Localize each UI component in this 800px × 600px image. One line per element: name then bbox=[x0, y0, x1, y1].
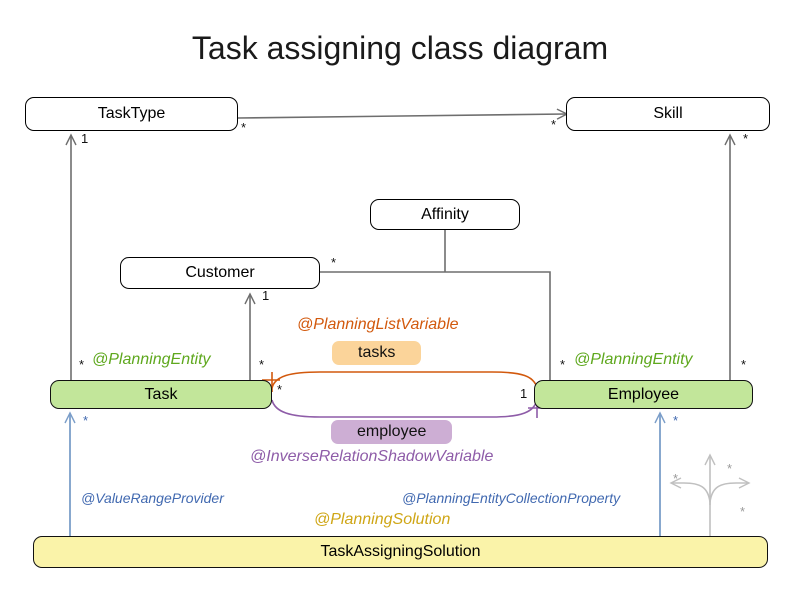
annotation-planning-entity-employee: @PlanningEntity bbox=[574, 351, 693, 368]
annotation-planning-list-variable: @PlanningListVariable bbox=[297, 316, 459, 333]
field-label-employee: employee bbox=[331, 420, 453, 444]
class-label-employee: Employee bbox=[607, 385, 680, 403]
class-box-task[interactable]: Task bbox=[50, 380, 272, 409]
class-label-customer: Customer bbox=[185, 264, 255, 281]
annotation-planning-solution: @PlanningSolution bbox=[314, 511, 451, 528]
annotation-value-range-provider: @ValueRangeProvider bbox=[81, 490, 224, 506]
class-box-affinity[interactable]: Affinity bbox=[370, 199, 520, 230]
multiplicity-employee-to-skill-star: * bbox=[741, 357, 747, 372]
multiplicity-customer-to-affinity-star: * bbox=[331, 255, 337, 270]
edge-tasktype-to-skill bbox=[237, 108, 569, 120]
multiplicity-solution-fan-left-star: * bbox=[673, 471, 679, 486]
class-label-skill: Skill bbox=[653, 105, 683, 122]
multiplicity-employee-tasks-one: 1 bbox=[520, 386, 528, 401]
multiplicity-solution-fan-right-star: * bbox=[740, 504, 746, 519]
multiplicity-tasktype-to-skill-source: * bbox=[241, 120, 247, 135]
field-label-tasks: tasks bbox=[332, 341, 422, 365]
edge-solution-fan-right bbox=[709, 477, 751, 503]
class-box-skill[interactable]: Skill bbox=[566, 97, 770, 131]
multiplicity-task-to-customer-one: 1 bbox=[262, 288, 270, 303]
annotation-planning-entity-task: @PlanningEntity bbox=[92, 351, 211, 368]
annotation-planning-entity-collection-property: @PlanningEntityCollectionProperty bbox=[402, 490, 621, 506]
multiplicity-employee-to-customer-star: * bbox=[560, 357, 566, 372]
class-diagram-canvas: Task assigning class diagram TaskType Sk… bbox=[0, 0, 800, 600]
multiplicity-solution-to-task-star: * bbox=[83, 413, 89, 428]
multiplicity-task-to-tasktype-one: 1 bbox=[81, 131, 89, 146]
annotation-inverse-relation-shadow-variable: @InverseRelationShadowVariable bbox=[250, 448, 494, 465]
class-box-taskassigningsolution[interactable]: TaskAssigningSolution bbox=[33, 536, 768, 568]
class-label-taskassigningsolution: TaskAssigningSolution bbox=[320, 543, 481, 560]
multiplicity-task-tasks-star: * bbox=[277, 382, 283, 397]
connector-lines-layer bbox=[64, 108, 751, 536]
class-box-tasktype[interactable]: TaskType bbox=[25, 97, 238, 131]
multiplicity-task-to-customer-star: * bbox=[259, 357, 265, 372]
class-box-employee[interactable]: Employee bbox=[534, 380, 753, 409]
edge-tasks-list-variable bbox=[271, 371, 538, 389]
edge-employee-shadow-variable bbox=[271, 399, 538, 418]
multiplicity-tasktype-to-skill-target: * bbox=[551, 117, 557, 132]
multiplicity-solution-to-employee-star: * bbox=[673, 413, 679, 428]
multiplicity-task-to-tasktype-star: * bbox=[79, 357, 85, 372]
class-label-tasktype: TaskType bbox=[97, 105, 166, 122]
class-label-affinity: Affinity bbox=[421, 205, 469, 223]
class-box-customer[interactable]: Customer bbox=[120, 257, 320, 289]
multiplicity-solution-fan-up-star: * bbox=[727, 461, 733, 476]
page-title: Task assigning class diagram bbox=[191, 30, 609, 66]
multiplicity-skill-to-employee-star: * bbox=[743, 131, 749, 146]
class-label-task: Task bbox=[144, 385, 178, 403]
